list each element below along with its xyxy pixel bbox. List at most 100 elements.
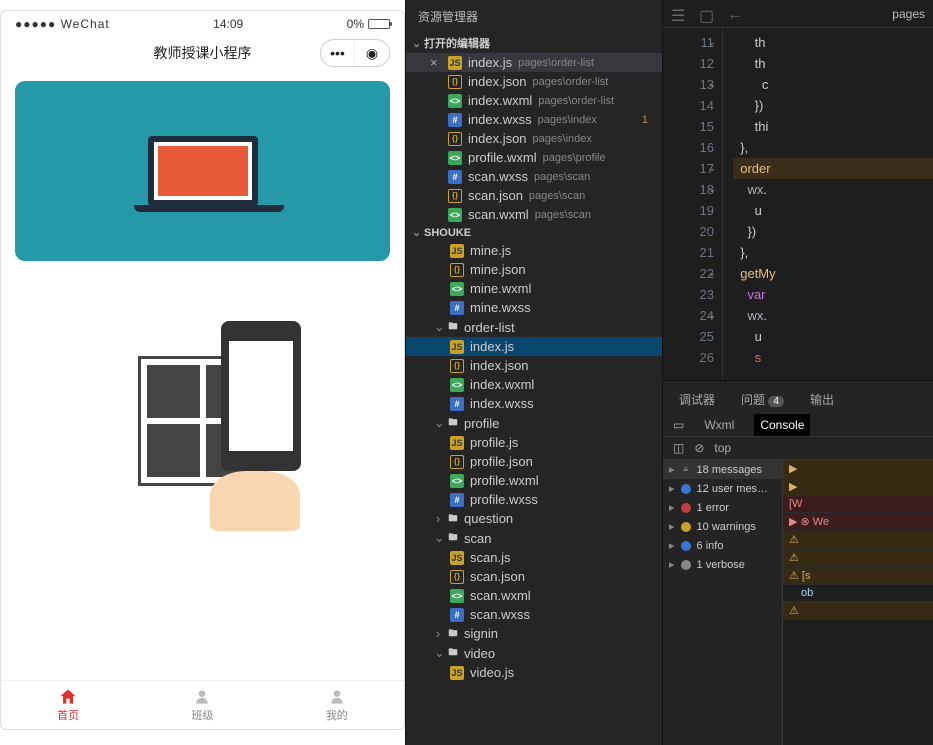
project-header[interactable]: ⌄ SHOUKE xyxy=(406,224,662,241)
fold-icon[interactable]: ⌄ xyxy=(708,179,716,200)
tab-problems[interactable]: 问题 4 xyxy=(735,387,790,412)
bookmark-icon[interactable]: ▢ xyxy=(699,6,715,22)
folder-item[interactable]: ⌄🖿scan xyxy=(406,528,662,548)
capsule-close-button[interactable]: ◉ xyxy=(355,40,389,66)
file-item[interactable]: <>profile.wxml xyxy=(406,471,662,490)
fold-icon[interactable]: ⌄ xyxy=(708,263,716,284)
file-name: scan.wxss xyxy=(470,607,530,622)
json-file-icon: {} xyxy=(448,189,462,203)
file-item[interactable]: JSscan.js xyxy=(406,548,662,567)
file-item[interactable]: <>index.wxml xyxy=(406,375,662,394)
open-editors-header[interactable]: ⌄ 打开的编辑器 xyxy=(406,33,662,53)
json-file-icon: {} xyxy=(448,75,462,89)
console-line[interactable]: ⚠ xyxy=(783,602,933,620)
inspect-icon[interactable]: ▭ xyxy=(673,418,684,432)
scope-select[interactable]: top xyxy=(714,441,731,455)
console-line[interactable]: ⚠ xyxy=(783,531,933,549)
console-line[interactable]: [W xyxy=(783,496,933,513)
file-item[interactable]: {}mine.json xyxy=(406,260,662,279)
file-name: profile.json xyxy=(470,454,533,469)
file-item[interactable]: <>scan.wxml xyxy=(406,586,662,605)
file-item[interactable]: JSvideo.js xyxy=(406,663,662,682)
open-editor-item[interactable]: #index.wxss pages\index1 xyxy=(406,110,662,129)
code-editor[interactable]: 11⌄1213⌄14151617⌄18⌄19202122⌄2324⌄2526 t… xyxy=(663,28,933,380)
list-icon[interactable]: ☰ xyxy=(671,6,687,22)
open-editor-item[interactable]: <>scan.wxml pages\scan xyxy=(406,205,662,224)
file-item[interactable]: #scan.wxss xyxy=(406,605,662,624)
fold-icon[interactable]: ⌄ xyxy=(708,158,716,179)
back-icon[interactable]: ← xyxy=(727,6,743,22)
tab-debugger[interactable]: 调试器 xyxy=(673,387,721,412)
message-filter-row[interactable]: ▸18 messages xyxy=(663,460,782,479)
file-tree[interactable]: JSmine.js{}mine.json<>mine.wxml#mine.wxs… xyxy=(406,241,662,745)
file-item[interactable]: #profile.wxss xyxy=(406,490,662,509)
code-lines[interactable]: th th c }) thi }, order wx. u }) }, getM… xyxy=(723,28,933,380)
file-item[interactable]: #index.wxss xyxy=(406,394,662,413)
file-item[interactable]: JSmine.js xyxy=(406,241,662,260)
file-path: pages\index xyxy=(533,133,592,145)
file-item[interactable]: {}scan.json xyxy=(406,567,662,586)
folder-item[interactable]: ›🖿question xyxy=(406,509,662,528)
clear-console-icon[interactable]: ⊘ xyxy=(694,441,704,455)
file-path: pages\profile xyxy=(543,152,606,164)
console-line[interactable]: ▶ xyxy=(783,460,933,478)
message-filter-row[interactable]: ▸1 error xyxy=(663,498,782,517)
simulator-panel: ●●●●● WeChat 14:09 0% 教师授课小程序 ••• ◉ xyxy=(0,0,405,745)
file-path: pages\scan xyxy=(529,190,585,202)
open-editor-item[interactable]: {}index.json pages\order-list xyxy=(406,72,662,91)
console-line[interactable]: ▶ xyxy=(783,478,933,496)
fold-icon[interactable]: ⌄ xyxy=(708,32,716,53)
tab-output[interactable]: 输出 xyxy=(804,387,840,412)
message-filter-row[interactable]: ▸12 user mes… xyxy=(663,479,782,498)
tab-path[interactable]: pages xyxy=(892,7,925,21)
open-editor-item[interactable]: <>index.wxml pages\order-list xyxy=(406,91,662,110)
tab-icon xyxy=(326,687,348,707)
file-item[interactable]: JSprofile.js xyxy=(406,433,662,452)
file-name: index.json xyxy=(468,131,527,146)
editor-top-toolbar: ☰ ▢ ← pages xyxy=(663,0,933,28)
file-item[interactable]: {}index.json xyxy=(406,356,662,375)
open-editor-item[interactable]: {}scan.json pages\scan xyxy=(406,186,662,205)
wxss-file-icon: # xyxy=(448,113,462,127)
folder-item[interactable]: ⌄🖿video xyxy=(406,643,662,663)
file-item[interactable]: <>mine.wxml xyxy=(406,279,662,298)
capsule-menu-button[interactable]: ••• xyxy=(321,40,355,66)
file-item[interactable]: JSindex.js xyxy=(406,337,662,356)
file-item[interactable]: #mine.wxss xyxy=(406,298,662,317)
open-editor-item[interactable]: #scan.wxss pages\scan xyxy=(406,167,662,186)
console-output[interactable]: ▶▶[W▶ ⊗ We⚠⚠⚠ [sob⚠ xyxy=(783,460,933,745)
sidebar-toggle-icon[interactable]: ◫ xyxy=(673,441,684,455)
subtab-console[interactable]: Console xyxy=(754,414,810,436)
line-gutter: 11⌄1213⌄14151617⌄18⌄19202122⌄2324⌄2526 xyxy=(663,28,723,380)
tabbar-item[interactable]: 我的 xyxy=(270,681,404,729)
folder-item[interactable]: ⌄🖿profile xyxy=(406,413,662,433)
console-line[interactable]: ⚠ [s xyxy=(783,567,933,585)
simulator-content[interactable] xyxy=(1,73,404,680)
close-icon[interactable]: × xyxy=(430,55,442,70)
subtab-wxml[interactable]: Wxml xyxy=(698,414,740,436)
file-item[interactable]: {}profile.json xyxy=(406,452,662,471)
open-editor-item[interactable]: {}index.json pages\index xyxy=(406,129,662,148)
console-line[interactable]: ▶ ⊗ We xyxy=(783,513,933,531)
user-icon xyxy=(681,484,691,494)
folder-item[interactable]: ›🖿signin xyxy=(406,624,662,643)
explorer-panel: 资源管理器 ⌄ 打开的编辑器 ×JSindex.js pages\order-l… xyxy=(405,0,663,745)
message-filter-row[interactable]: ▸1 verbose xyxy=(663,555,782,574)
open-editor-item[interactable]: <>profile.wxml pages\profile xyxy=(406,148,662,167)
fold-icon[interactable]: ⌄ xyxy=(708,305,716,326)
chevron-right-icon: › xyxy=(434,511,442,526)
qr-scan-illustration[interactable] xyxy=(15,311,390,531)
tabbar-item[interactable]: 首页 xyxy=(1,681,135,729)
file-name: index.js xyxy=(470,339,514,354)
console-line[interactable]: ⚠ xyxy=(783,549,933,567)
console-line[interactable]: ob xyxy=(783,585,933,602)
message-filter-row[interactable]: ▸6 info xyxy=(663,536,782,555)
file-name: index.wxss xyxy=(468,112,532,127)
folder-name: video xyxy=(464,646,495,661)
message-filter-row[interactable]: ▸10 warnings xyxy=(663,517,782,536)
banner-image[interactable] xyxy=(15,81,390,261)
tabbar-item[interactable]: 班级 xyxy=(135,681,269,729)
folder-item[interactable]: ⌄🖿order-list xyxy=(406,317,662,337)
fold-icon[interactable]: ⌄ xyxy=(708,74,716,95)
open-editor-item[interactable]: ×JSindex.js pages\order-list xyxy=(406,53,662,72)
